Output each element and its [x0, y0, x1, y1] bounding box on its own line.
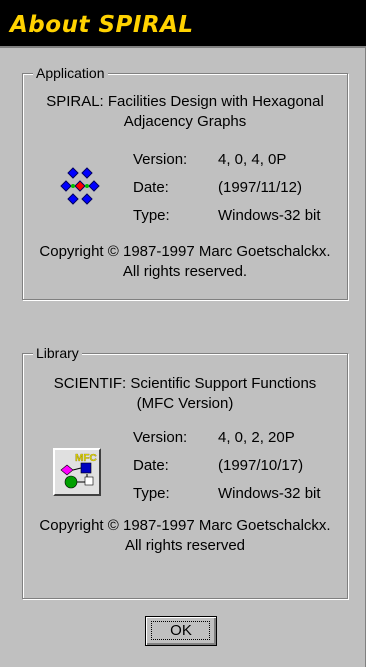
library-copyright-line1: Copyright © 1987-1997 Marc Goetschalckx.	[39, 517, 331, 534]
graph-node-icon	[67, 193, 79, 205]
application-copyright-line1: Copyright © 1987-1997 Marc Goetschalckx.	[39, 243, 331, 260]
graph-edge-dot	[71, 184, 75, 188]
graph-node-icon	[81, 167, 93, 179]
library-description-line1: SCIENTIF: Scientific Support Functions	[53, 375, 317, 392]
application-type-label: Type:	[133, 207, 170, 224]
application-version-label: Version:	[133, 151, 188, 168]
library-description-line2: (MFC Version)	[136, 395, 234, 412]
application-date-label: Date:	[133, 179, 169, 196]
ok-button-label: OK	[170, 622, 192, 639]
white-block-icon	[84, 476, 94, 486]
application-version-value: 4, 0, 4, 0P	[218, 151, 287, 168]
application-description-line1: SPIRAL: Facilities Design with Hexagonal	[46, 93, 324, 110]
about-dialog: About SPIRAL Application SPIRAL: Facilit…	[0, 0, 366, 667]
library-version-label: Version:	[133, 429, 188, 446]
graph-node-icon	[81, 193, 93, 205]
application-description-line2: Adjacency Graphs	[123, 113, 247, 130]
library-copyright-line2: All rights reserved	[124, 537, 246, 554]
mfc-icon-text: MFC	[75, 453, 97, 464]
library-group: Library SCIENTIF: Scientific Support Fun…	[22, 344, 348, 599]
application-date-value: (1997/11/12)	[218, 179, 302, 196]
graph-node-icon	[88, 180, 100, 192]
library-date-value: (1997/10/17)	[218, 457, 304, 474]
library-type-value: Windows-32 bit	[218, 485, 321, 502]
blue-block-icon	[80, 462, 92, 474]
application-copyright-line2: All rights reserved.	[122, 263, 248, 280]
mfc-library-icon: MFC	[53, 448, 101, 496]
title-bar[interactable]: About SPIRAL	[0, 0, 366, 48]
library-type-label: Type:	[133, 485, 170, 502]
application-group: Application SPIRAL: Facilities Design wi…	[22, 64, 348, 300]
mfc-graphic: MFC	[60, 453, 97, 489]
application-group-label: Application	[33, 64, 108, 82]
library-date-label: Date:	[133, 457, 169, 474]
ok-button[interactable]: OK	[145, 616, 217, 646]
hexagon-graph-icon	[60, 167, 100, 205]
center-node-icon	[74, 180, 86, 192]
magenta-diamond-icon	[60, 464, 74, 476]
dialog-title: About SPIRAL	[10, 12, 194, 38]
graph-edge-dot	[85, 184, 89, 188]
application-type-value: Windows-32 bit	[218, 207, 321, 224]
graph-node-icon	[67, 167, 79, 179]
library-group-label: Library	[33, 344, 82, 362]
green-circle-icon	[64, 475, 78, 489]
library-version-value: 4, 0, 2, 20P	[218, 429, 295, 446]
graph-node-icon	[60, 180, 72, 192]
connector-line	[72, 467, 82, 471]
